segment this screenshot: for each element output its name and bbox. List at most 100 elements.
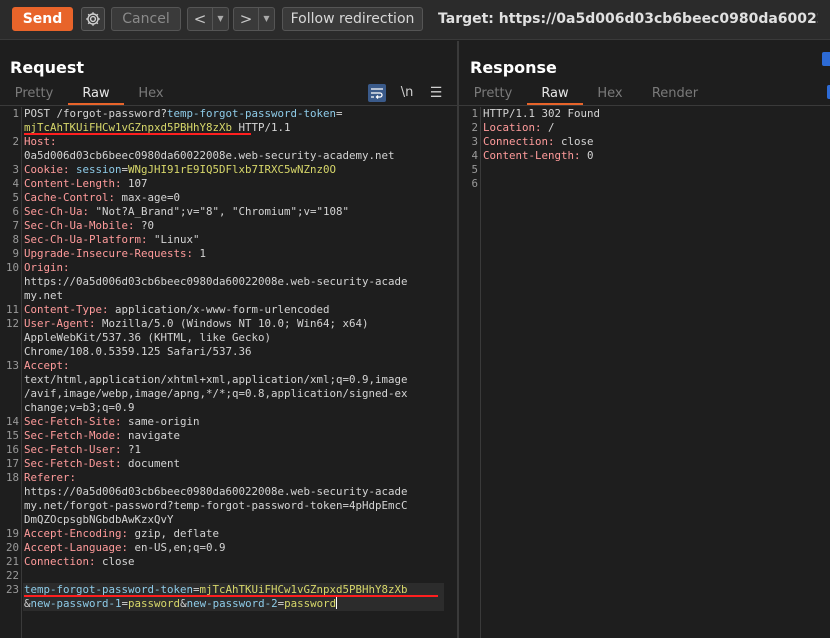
header-line: Cookie: session=WNgJHI91rE9IQ5DFlxb7IRXC… xyxy=(24,163,336,177)
cancel-button[interactable]: Cancel xyxy=(111,7,181,31)
response-tab-pretty[interactable]: Pretty xyxy=(471,84,515,105)
header-line: Accept-Encoding: gzip, deflate xyxy=(24,527,219,541)
line-number: 15 xyxy=(5,429,19,442)
line-number: 10 xyxy=(5,261,19,274)
response-tab-render[interactable]: Render xyxy=(645,84,705,105)
header-key: Sec-Fetch-User: xyxy=(24,443,122,456)
request-tab-hex[interactable]: Hex xyxy=(132,84,170,105)
header-line-cont: https://0a5d006d03cb6beec0980da60022008e… xyxy=(24,275,408,289)
header-value: navigate xyxy=(121,429,181,442)
newline-icon[interactable]: \n xyxy=(398,84,416,102)
header-value: same-origin xyxy=(121,415,200,428)
inspector-toggle-icon[interactable] xyxy=(822,52,830,66)
header-line: Content-Length: 0 xyxy=(483,149,594,163)
header-value: 0a5d006d03cb6beec0980da60022008e.web-sec… xyxy=(24,149,395,162)
header-line: Location: / xyxy=(483,121,555,135)
header-value: close xyxy=(554,135,594,148)
header-key: Origin: xyxy=(24,261,70,274)
header-value: en-US,en;q=0.9 xyxy=(128,541,226,554)
line-number: 18 xyxy=(5,471,19,484)
line-number: 4 xyxy=(471,149,478,162)
menu-icon[interactable]: ☰ xyxy=(428,84,444,102)
header-value: https://0a5d006d03cb6beec0980da60022008e… xyxy=(24,485,408,498)
header-value: my.net xyxy=(24,289,64,302)
body-param-name: new-password-1 xyxy=(30,597,122,610)
line-number: 2 xyxy=(471,121,478,134)
header-line: Sec-Ch-Ua: "Not?A_Brand";v="8", "Chromiu… xyxy=(24,205,349,219)
header-key: Content-Length: xyxy=(24,177,122,190)
header-value: text/html,application/xhtml+xml,applicat… xyxy=(24,373,408,386)
header-value: ?0 xyxy=(134,219,155,232)
header-key: Referer: xyxy=(24,471,77,484)
header-line: Sec-Ch-Ua-Mobile: ?0 xyxy=(24,219,154,233)
body-param-value: password xyxy=(128,597,181,610)
response-tab-hex[interactable]: Hex xyxy=(591,84,629,105)
header-line: Sec-Fetch-User: ?1 xyxy=(24,443,141,457)
header-value: application/x-www-form-urlencoded xyxy=(108,303,330,316)
forward-history-dropdown[interactable]: ▼ xyxy=(258,8,274,30)
line-number: 3 xyxy=(471,135,478,148)
header-key: Sec-Ch-Ua-Mobile: xyxy=(24,219,135,232)
header-key: Sec-Fetch-Dest: xyxy=(24,457,122,470)
forward-nav-group: > ▼ xyxy=(233,7,275,31)
line-number: 13 xyxy=(5,359,19,372)
header-value: AppleWebKit/537.36 (KHTML, like Gecko) xyxy=(24,331,272,344)
header-line-cont: Chrome/108.0.5359.125 Safari/537.36 xyxy=(24,345,252,359)
header-line: Sec-Fetch-Site: same-origin xyxy=(24,415,200,429)
line-number: 2 xyxy=(12,135,19,148)
body-line-cont: &new-password-1=password&new-password-2=… xyxy=(24,597,338,611)
header-value: close xyxy=(95,555,135,568)
header-line-cont: AppleWebKit/537.36 (KHTML, like Gecko) xyxy=(24,331,271,345)
line-number: 12 xyxy=(5,317,19,330)
line-number: 7 xyxy=(12,219,19,232)
header-value: change;v=b3;q=0.9 xyxy=(24,401,135,414)
header-line-cont: 0a5d006d03cb6beec0980da60022008e.web-sec… xyxy=(24,149,395,163)
cookie-name: session xyxy=(69,163,122,176)
header-line: User-Agent: Mozilla/5.0 (Windows NT 10.0… xyxy=(24,317,369,331)
header-value: document xyxy=(121,457,181,470)
toolbar: Send Cancel < ▼ > ▼ Follow redirection T… xyxy=(0,0,830,40)
line-number: 8 xyxy=(12,233,19,246)
response-tab-raw[interactable]: Raw xyxy=(527,84,583,105)
header-line: Sec-Fetch-Mode: navigate xyxy=(24,429,180,443)
line-number: 4 xyxy=(12,177,19,190)
forward-button[interactable]: > xyxy=(234,8,258,30)
line-number: 1 xyxy=(12,107,19,120)
header-key: Cookie: xyxy=(24,163,70,176)
request-tab-raw[interactable]: Raw xyxy=(68,84,124,105)
header-value: / xyxy=(541,121,555,134)
header-key: Content-Type: xyxy=(24,303,109,316)
header-value: max-age=0 xyxy=(115,191,181,204)
line-number: 3 xyxy=(12,163,19,176)
header-key: Accept: xyxy=(24,359,70,372)
follow-redirection-button[interactable]: Follow redirection xyxy=(282,7,423,31)
header-value: https://0a5d006d03cb6beec0980da60022008e… xyxy=(24,275,408,288)
line-number: 19 xyxy=(5,527,19,540)
request-tab-pretty[interactable]: Pretty xyxy=(12,84,56,105)
header-line: Cache-Control: max-age=0 xyxy=(24,191,180,205)
line-number: 6 xyxy=(471,177,478,190)
header-key: Sec-Ch-Ua-Platform: xyxy=(24,233,148,246)
header-value: gzip, deflate xyxy=(128,527,220,540)
response-panel: Response Pretty Raw Hex Render 1 2 3 4 5… xyxy=(459,41,830,638)
settings-button[interactable] xyxy=(81,7,105,31)
back-button[interactable]: < xyxy=(188,8,212,30)
send-button[interactable]: Send xyxy=(12,7,73,31)
request-title: Request xyxy=(10,58,85,77)
word-wrap-icon[interactable] xyxy=(368,84,386,102)
header-key: Accept-Language: xyxy=(24,541,129,554)
header-key: Sec-Fetch-Mode: xyxy=(24,429,122,442)
header-key: User-Agent: xyxy=(24,317,96,330)
equals-sign: = xyxy=(336,107,343,120)
back-nav-group: < ▼ xyxy=(187,7,229,31)
line-number: 9 xyxy=(12,247,19,260)
header-line: Upgrade-Insecure-Requests: 1 xyxy=(24,247,206,261)
header-line: Accept-Language: en-US,en;q=0.9 xyxy=(24,541,226,555)
body-param-name: new-password-2 xyxy=(186,597,278,610)
line-number: 20 xyxy=(5,541,19,554)
body-param-value: password xyxy=(284,597,337,610)
back-history-dropdown[interactable]: ▼ xyxy=(212,8,228,30)
token-underline xyxy=(24,133,251,135)
header-value: DmQZOcpsgbNGbdbAwKzxQvY xyxy=(24,513,174,526)
target-url[interactable]: Target: https://0a5d006d03cb6beec0980da6… xyxy=(438,11,818,27)
